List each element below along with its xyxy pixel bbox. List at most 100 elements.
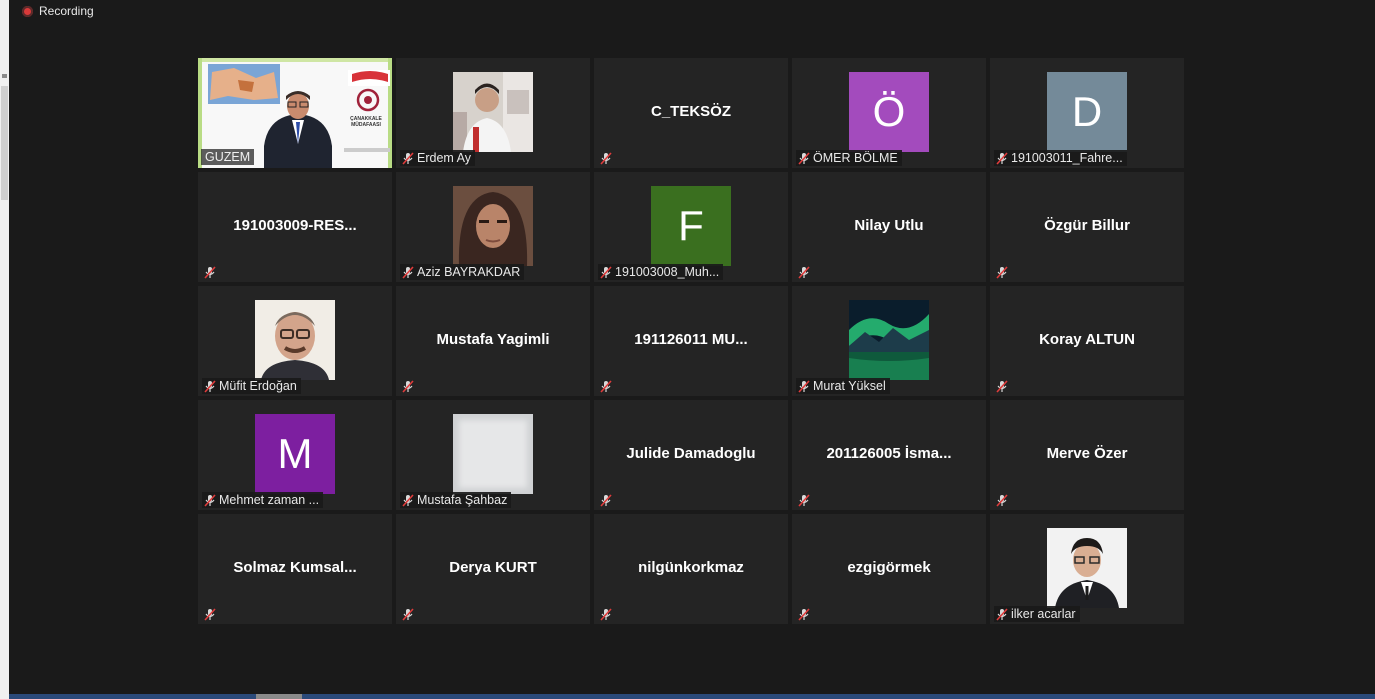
participant-tile[interactable]: Julide Damadoglu <box>594 400 788 510</box>
avatar <box>453 414 533 494</box>
participant-name-tag <box>994 378 1012 394</box>
mic-muted-icon <box>204 607 216 621</box>
recording-label: Recording <box>39 4 94 18</box>
participant-tile[interactable]: Mustafa Şahbaz <box>396 400 590 510</box>
participant-name-tag: Müfit Erdoğan <box>202 378 301 394</box>
participant-name: ilker acarlar <box>1011 607 1076 621</box>
mic-muted-icon <box>798 493 810 507</box>
participant-tile[interactable]: Solmaz Kumsal... <box>198 514 392 624</box>
mic-muted-icon <box>402 151 414 165</box>
participant-name-tag: 191003008_Muh... <box>598 264 724 280</box>
participant-tile[interactable]: ezgigörmek <box>792 514 986 624</box>
mic-muted-icon <box>600 151 612 165</box>
participant-display-name: Koray ALTUN <box>1039 331 1135 348</box>
left-scroll-edge <box>0 0 9 699</box>
recording-indicator[interactable]: Recording <box>22 3 94 19</box>
participant-tile[interactable]: Aziz BAYRAKDAR <box>396 172 590 282</box>
participant-name-tag <box>598 492 616 508</box>
mic-muted-icon <box>996 379 1008 393</box>
mic-muted-icon <box>600 265 612 279</box>
participant-name-tag <box>598 378 616 394</box>
taskbar-segment[interactable] <box>256 694 302 699</box>
participant-display-name: 191003009-RES... <box>233 217 357 234</box>
participant-tile[interactable]: ilker acarlar <box>990 514 1184 624</box>
participant-tile[interactable]: nilgünkorkmaz <box>594 514 788 624</box>
scrollbar-thumb[interactable] <box>1 86 8 200</box>
participant-name: Erdem Ay <box>417 151 471 165</box>
participant-tile[interactable]: 201126005 İsma... <box>792 400 986 510</box>
letter-avatar: D <box>1047 72 1127 152</box>
mic-muted-icon <box>402 379 414 393</box>
mic-muted-icon <box>204 493 216 507</box>
participant-tile[interactable]: 191003009-RES... <box>198 172 392 282</box>
mic-muted-icon <box>402 265 414 279</box>
participant-name-tag <box>796 264 814 280</box>
participant-name-tag <box>400 378 418 394</box>
participant-display-name: Julide Damadoglu <box>626 445 756 462</box>
mic-muted-icon <box>996 607 1008 621</box>
letter-avatar: Ö <box>849 72 929 152</box>
mic-muted-icon <box>402 493 414 507</box>
slide-title: ÇANAKKALE MÜDAFAASI <box>350 116 382 128</box>
participant-tile[interactable]: Murat Yüksel <box>792 286 986 396</box>
participant-name-tag: Aziz BAYRAKDAR <box>400 264 525 280</box>
mic-muted-icon <box>204 379 216 393</box>
participant-tile[interactable]: Özgür Billur <box>990 172 1184 282</box>
mic-muted-icon <box>402 607 414 621</box>
participant-gallery: ÇANAKKALE MÜDAFAASI GUZEM Erdem Ay C_TEKSÖZ… <box>198 58 1184 624</box>
participant-name: Aziz BAYRAKDAR <box>417 265 521 279</box>
participant-tile[interactable]: Müfit Erdoğan <box>198 286 392 396</box>
letter-avatar: M <box>255 414 335 494</box>
participant-tile[interactable]: ÇANAKKALE MÜDAFAASI GUZEM <box>198 58 392 168</box>
participant-name: Müfit Erdoğan <box>219 379 297 393</box>
participant-name-tag <box>796 492 814 508</box>
mic-muted-icon <box>600 493 612 507</box>
participant-tile[interactable]: Derya KURT <box>396 514 590 624</box>
participant-name: ÖMER BÖLME <box>813 151 898 165</box>
participant-name-tag: ÖMER BÖLME <box>796 150 902 166</box>
avatar <box>453 72 533 152</box>
mic-muted-icon <box>600 607 612 621</box>
participant-tile[interactable]: Nilay Utlu <box>792 172 986 282</box>
scroll-marker <box>2 74 7 78</box>
participant-tile[interactable]: C_TEKSÖZ <box>594 58 788 168</box>
participant-name-tag <box>994 492 1012 508</box>
letter-avatar: F <box>651 186 731 266</box>
mic-muted-icon <box>204 265 216 279</box>
participant-name-tag <box>994 264 1012 280</box>
participant-name-tag: Mustafa Şahbaz <box>400 492 512 508</box>
participant-name: 191003011_Fahre... <box>1011 151 1123 165</box>
participant-name: 191003008_Muh... <box>615 265 720 279</box>
bottom-taskbar <box>9 694 1375 699</box>
participant-tile[interactable]: M Mehmet zaman ... <box>198 400 392 510</box>
participant-display-name: nilgünkorkmaz <box>638 559 744 576</box>
participant-tile[interactable]: Erdem Ay <box>396 58 590 168</box>
participant-tile[interactable]: 191126011 MU... <box>594 286 788 396</box>
participant-name-tag <box>598 606 616 622</box>
participant-display-name: 191126011 MU... <box>634 331 748 348</box>
participant-tile[interactable]: F 191003008_Muh... <box>594 172 788 282</box>
participant-display-name: Nilay Utlu <box>854 217 924 234</box>
participant-name-tag <box>400 606 418 622</box>
participant-display-name: Solmaz Kumsal... <box>233 559 357 576</box>
participant-display-name: Merve Özer <box>1046 445 1128 462</box>
participant-name-tag <box>796 606 814 622</box>
record-icon <box>22 5 33 17</box>
mic-muted-icon <box>996 493 1008 507</box>
participant-display-name: Derya KURT <box>449 559 537 576</box>
participant-tile[interactable]: Ö ÖMER BÖLME <box>792 58 986 168</box>
participant-tile[interactable]: D 191003011_Fahre... <box>990 58 1184 168</box>
participant-tile[interactable]: Merve Özer <box>990 400 1184 510</box>
participant-display-name: 201126005 İsma... <box>826 445 952 462</box>
participant-name-tag <box>202 606 220 622</box>
participant-tile[interactable]: Koray ALTUN <box>990 286 1184 396</box>
participant-name: Mehmet zaman ... <box>219 493 320 507</box>
avatar <box>849 300 929 380</box>
participant-tile[interactable]: Mustafa Yagimli <box>396 286 590 396</box>
mic-muted-icon <box>798 151 810 165</box>
participant-display-name: Mustafa Yagimli <box>436 331 550 348</box>
participant-name: GUZEM <box>201 149 255 165</box>
participant-name-tag: 191003011_Fahre... <box>994 150 1127 166</box>
mic-muted-icon <box>798 379 810 393</box>
participant-display-name: C_TEKSÖZ <box>650 103 731 120</box>
